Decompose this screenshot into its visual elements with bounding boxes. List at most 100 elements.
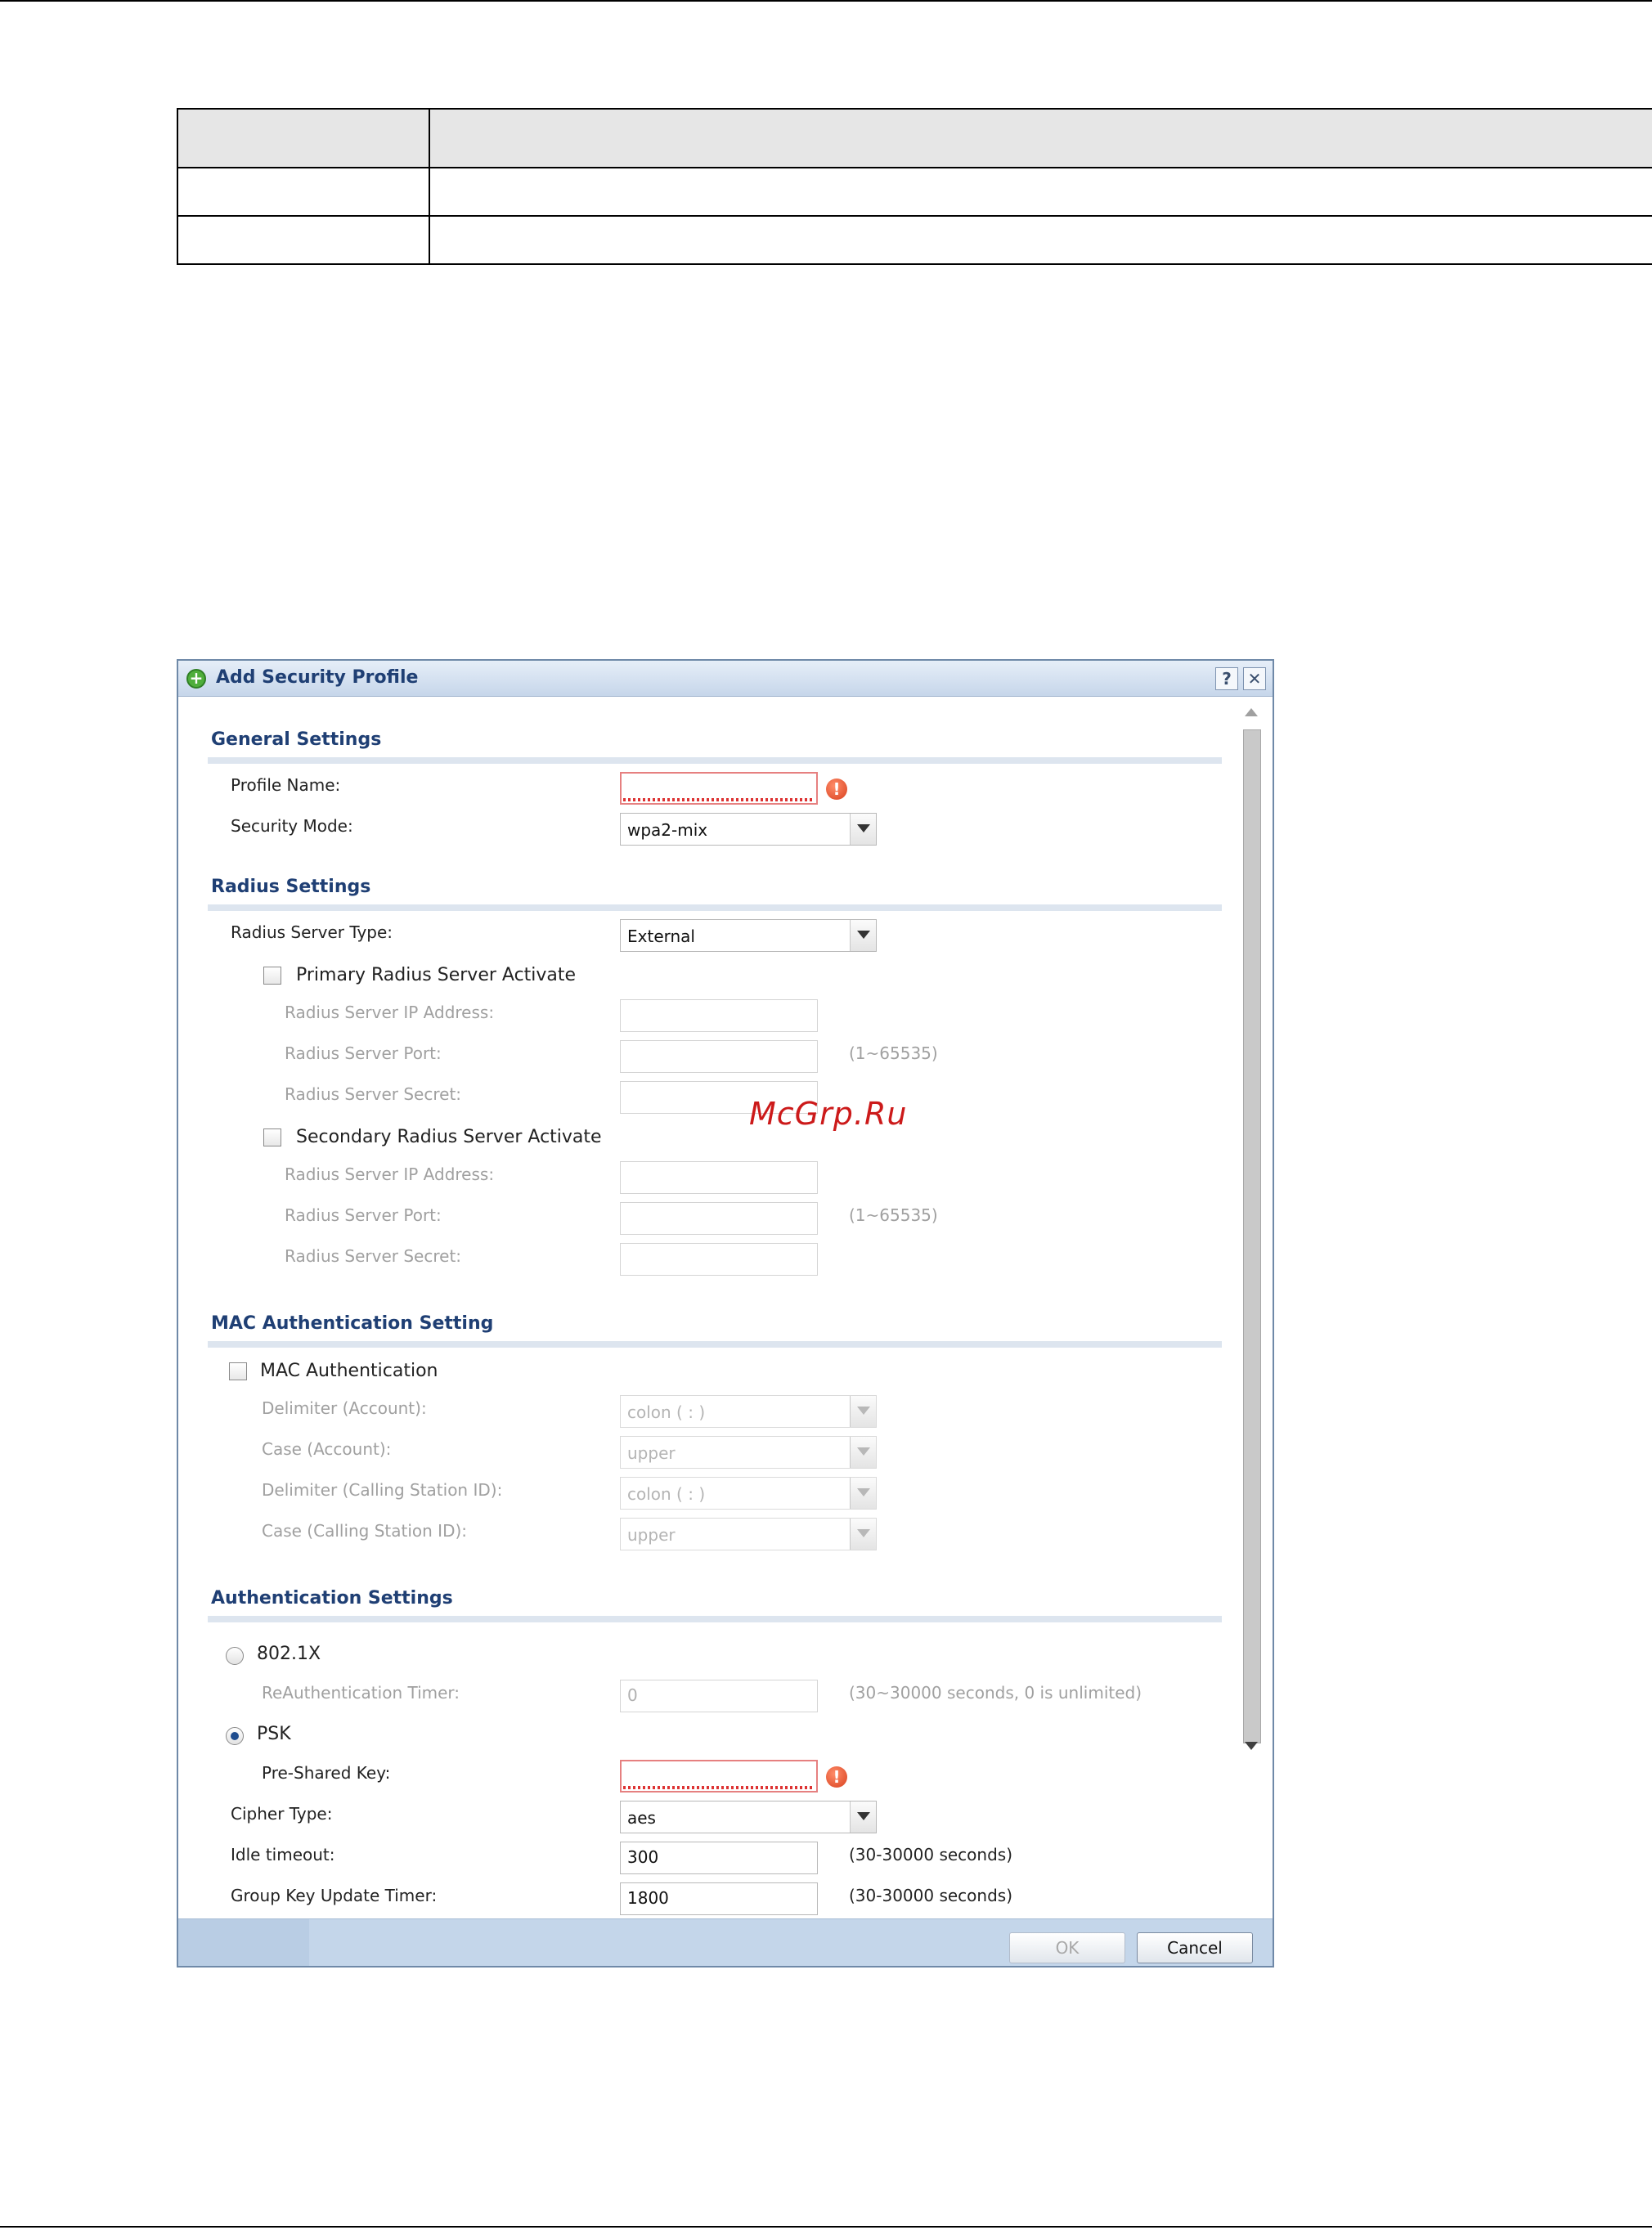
dialog-footer: OK Cancel [178,1918,1273,1966]
chevron-down-icon[interactable] [850,1519,876,1550]
dialog-title: Add Security Profile [216,667,419,688]
watermark: McGrp.Ru [749,1096,908,1132]
delimiter-account-value: colon ( : ) [627,1402,706,1422]
profile-name-input[interactable] [620,772,818,805]
doc-table [177,108,1652,265]
security-mode-label: Security Mode: [231,816,353,836]
section-divider [208,1616,1222,1622]
case-station-label: Case (Calling Station ID): [262,1521,468,1541]
mac-authentication-heading: MAC Authentication Setting [211,1313,494,1334]
mac-authentication-checkbox[interactable] [229,1362,247,1380]
auth-8021x-label: 802.1X [257,1644,321,1664]
help-button[interactable]: ? [1215,667,1238,690]
chevron-down-icon[interactable] [850,1437,876,1468]
security-mode-value: wpa2-mix [627,820,708,840]
idle-timeout-input[interactable]: 300 [620,1842,818,1874]
dialog-title-bar: + Add Security Profile ? ✕ [178,661,1273,697]
group-key-timer-input[interactable]: 1800 [620,1882,818,1915]
chevron-down-icon[interactable] [850,1396,876,1427]
primary-radius-port-input[interactable] [620,1040,818,1073]
exclamation-icon: ! [826,778,847,800]
delimiter-account-label: Delimiter (Account): [262,1398,427,1418]
secondary-radius-activate-label: Secondary Radius Server Activate [296,1127,602,1147]
footer-panel [178,1919,309,1966]
case-account-select[interactable]: upper [620,1436,877,1469]
radius-server-type-label: Radius Server Type: [231,922,393,942]
case-account-label: Case (Account): [262,1439,392,1459]
radius-server-type-value: External [627,927,695,946]
secondary-radius-port-input[interactable] [620,1202,818,1235]
ok-button[interactable]: OK [1009,1932,1125,1963]
section-divider [208,904,1222,911]
delimiter-account-select[interactable]: colon ( : ) [620,1395,877,1428]
chevron-down-icon[interactable] [850,920,876,951]
secondary-radius-ip-label: Radius Server IP Address: [285,1164,495,1184]
scrollbar[interactable] [1241,702,1264,1753]
reauth-timer-value: 0 [627,1685,638,1705]
exclamation-icon: ! [826,1766,847,1788]
primary-radius-port-label: Radius Server Port: [285,1043,442,1063]
idle-timeout-value: 300 [627,1847,659,1867]
secondary-radius-activate-checkbox[interactable] [263,1128,281,1146]
reauth-timer-hint: (30~30000 seconds, 0 is unlimited) [849,1683,1142,1703]
bottom-rule [0,2226,1652,2228]
cipher-type-label: Cipher Type: [231,1804,333,1824]
cipher-type-value: aes [627,1808,656,1828]
primary-radius-activate-label: Primary Radius Server Activate [296,965,577,985]
preshared-key-label: Pre-Shared Key: [262,1763,391,1783]
secondary-radius-secret-label: Radius Server Secret: [285,1246,462,1266]
radius-settings-heading: Radius Settings [211,877,371,897]
cipher-type-select[interactable]: aes [620,1801,877,1833]
section-divider [208,1341,1222,1348]
error-underline [623,798,815,801]
security-mode-select[interactable]: wpa2-mix [620,813,877,846]
general-settings-heading: General Settings [211,729,382,750]
section-divider [208,757,1222,764]
group-key-timer-hint: (30-30000 seconds) [849,1886,1012,1905]
delimiter-station-value: colon ( : ) [627,1484,706,1504]
authentication-settings-heading: Authentication Settings [211,1588,453,1609]
case-station-value: upper [627,1525,676,1545]
delimiter-station-label: Delimiter (Calling Station ID): [262,1480,503,1500]
case-station-select[interactable]: upper [620,1518,877,1550]
chevron-down-icon[interactable] [850,814,876,845]
primary-radius-port-hint: (1~65535) [849,1043,938,1063]
add-security-profile-dialog: + Add Security Profile ? ✕ General Setti… [177,659,1274,1968]
add-circle-icon: + [186,669,206,689]
primary-radius-secret-label: Radius Server Secret: [285,1084,462,1104]
top-rule [0,0,1652,2]
secondary-radius-secret-input[interactable] [620,1243,818,1276]
table-row [177,215,1652,265]
preshared-key-input[interactable] [620,1760,818,1793]
auth-8021x-radio[interactable] [226,1647,244,1665]
chevron-down-icon[interactable] [850,1801,876,1833]
auth-psk-radio[interactable] [226,1727,244,1745]
primary-radius-ip-input[interactable] [620,999,818,1032]
cancel-button[interactable]: Cancel [1137,1932,1253,1963]
delimiter-station-select[interactable]: colon ( : ) [620,1477,877,1510]
group-key-timer-label: Group Key Update Timer: [231,1886,438,1905]
mac-authentication-label: MAC Authentication [260,1361,438,1381]
table-row [177,167,1652,217]
idle-timeout-label: Idle timeout: [231,1845,335,1864]
radius-server-type-select[interactable]: External [620,919,877,952]
primary-radius-ip-label: Radius Server IP Address: [285,1003,495,1022]
reauth-timer-label: ReAuthentication Timer: [262,1683,460,1703]
secondary-radius-ip-input[interactable] [620,1161,818,1194]
auth-psk-label: PSK [257,1724,291,1744]
idle-timeout-hint: (30-30000 seconds) [849,1845,1012,1864]
scroll-down-arrow-icon[interactable] [1245,1742,1258,1750]
chevron-down-icon[interactable] [850,1478,876,1509]
primary-radius-activate-checkbox[interactable] [263,967,281,985]
table-header-row [177,108,1652,168]
error-underline [623,1786,815,1789]
close-button[interactable]: ✕ [1243,667,1266,690]
secondary-radius-port-label: Radius Server Port: [285,1205,442,1225]
scrollbar-thumb[interactable] [1243,729,1261,1743]
group-key-timer-value: 1800 [627,1888,669,1908]
scroll-up-arrow-icon[interactable] [1245,708,1258,716]
reauth-timer-input[interactable]: 0 [620,1680,818,1712]
secondary-radius-port-hint: (1~65535) [849,1205,938,1225]
case-account-value: upper [627,1443,676,1463]
profile-name-label: Profile Name: [231,775,341,795]
